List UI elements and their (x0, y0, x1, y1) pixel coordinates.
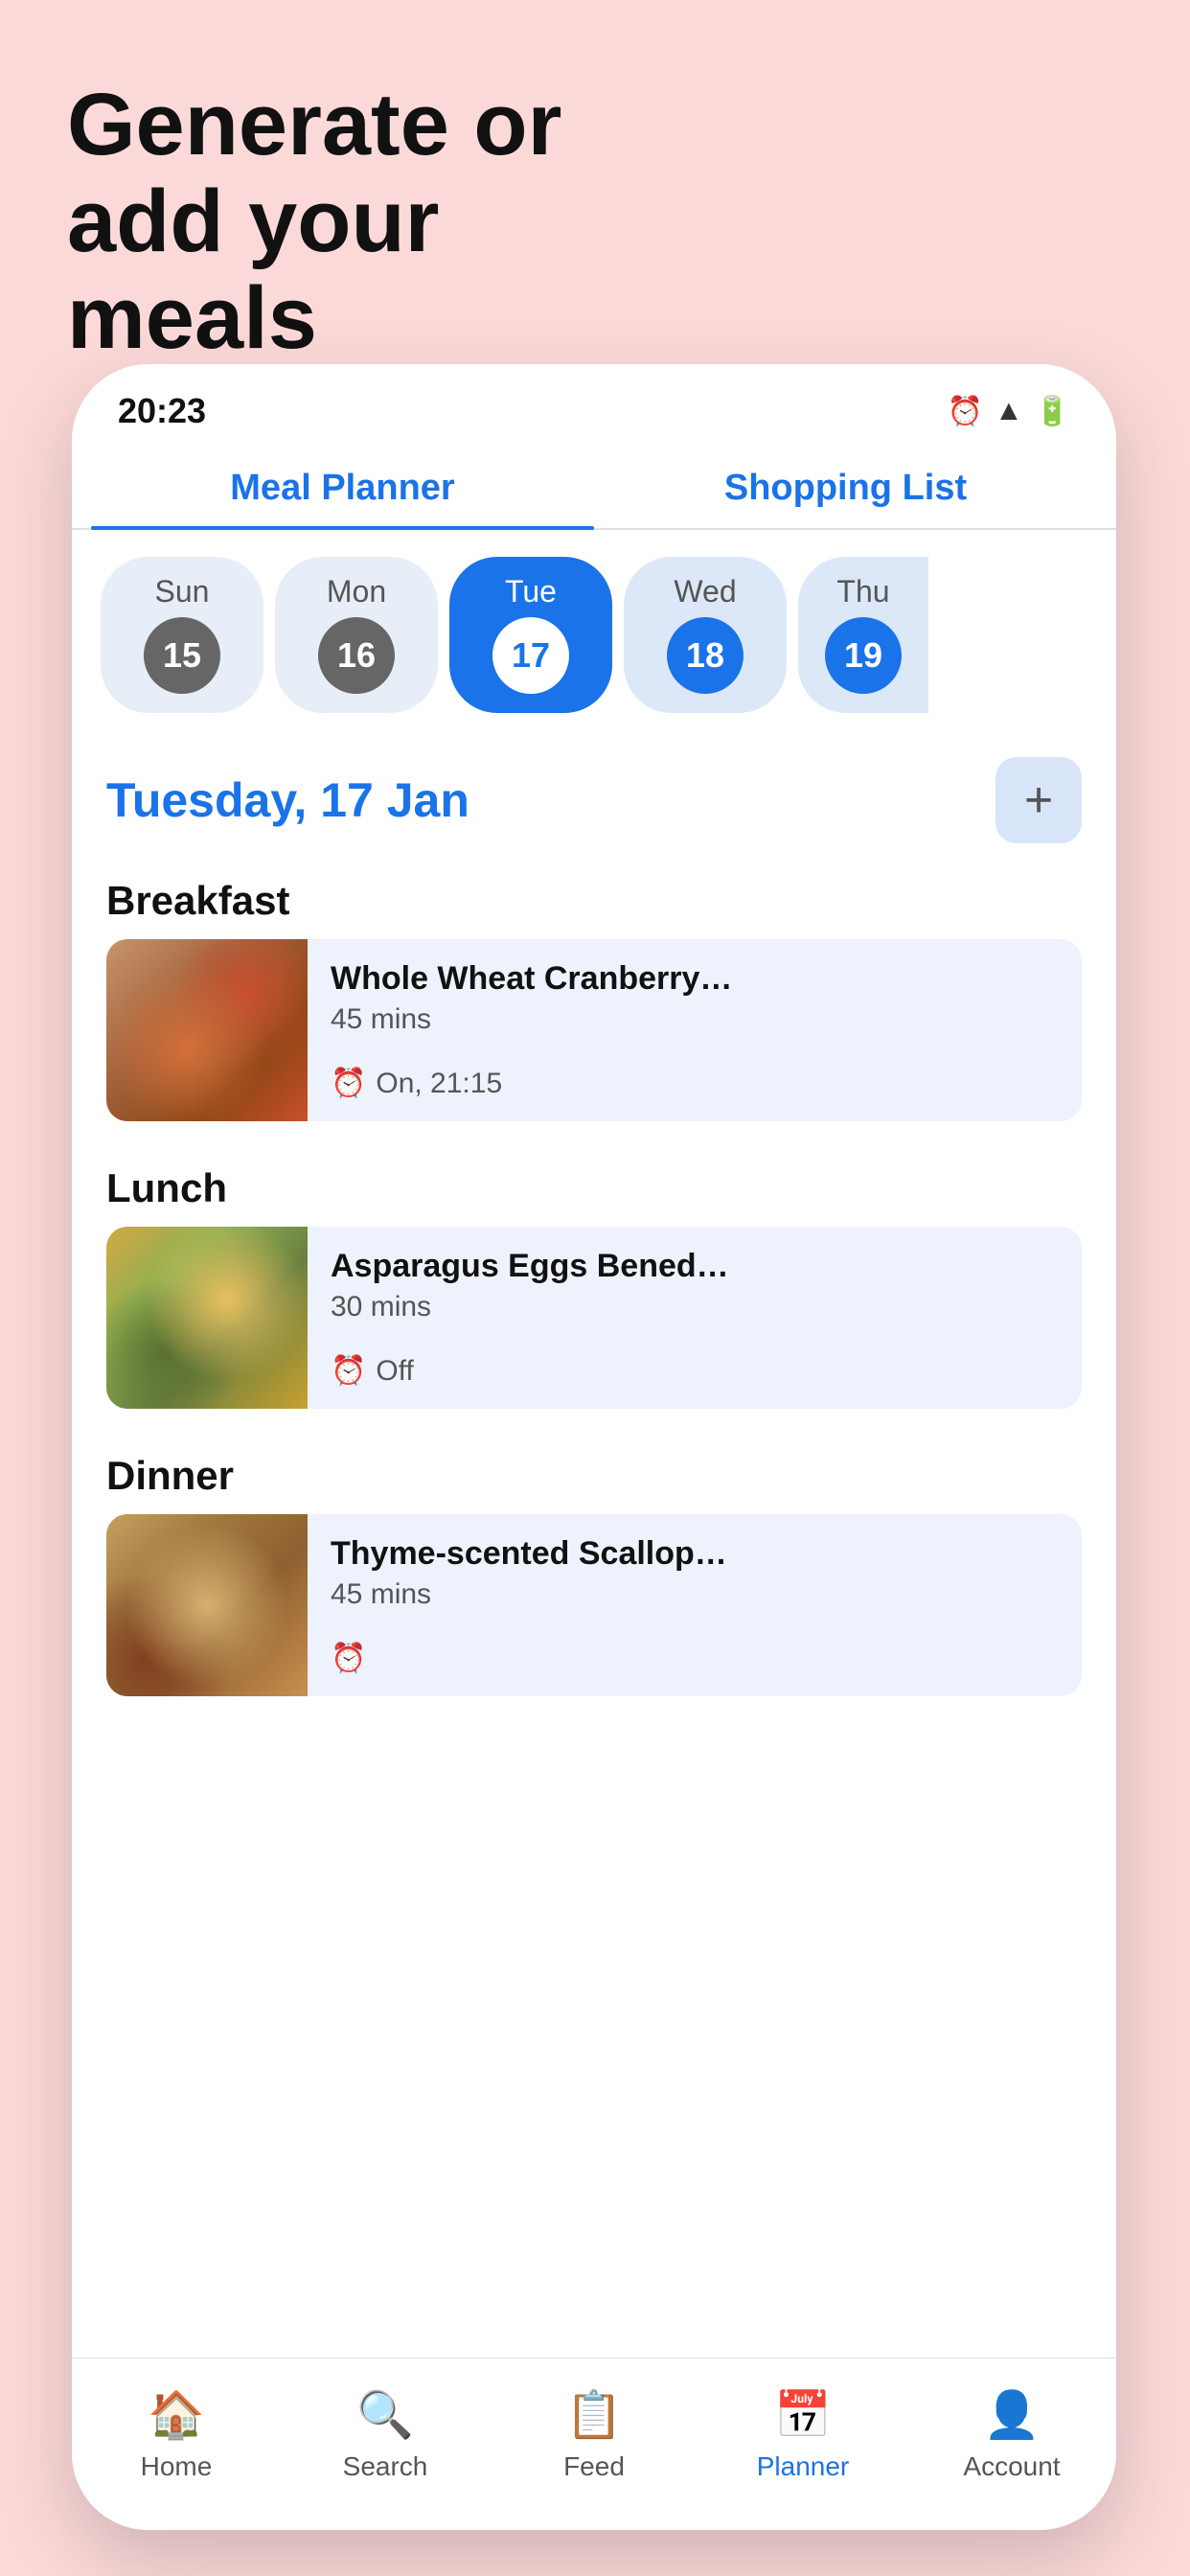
day-num-16: 16 (318, 617, 395, 694)
dinner-image (106, 1514, 308, 1696)
day-sunday[interactable]: Sun 15 (101, 557, 263, 713)
day-num-19: 19 (825, 617, 902, 694)
dinner-alarm-icon: ⏰ (331, 1642, 366, 1675)
battery-icon: 🔋 (1035, 395, 1070, 428)
dinner-card[interactable]: Thyme-scented Scallop… 45 mins ⏰ (106, 1514, 1082, 1696)
selected-date: Tuesday, 17 Jan (106, 772, 469, 828)
nav-home-label: Home (141, 2451, 213, 2482)
lunch-reminder-text: Off (376, 1355, 413, 1388)
lunch-alarm-icon: ⏰ (331, 1354, 366, 1388)
day-tuesday[interactable]: Tue 17 (449, 557, 612, 713)
nav-feed-label: Feed (563, 2451, 625, 2482)
tab-shopping-list[interactable]: Shopping List (594, 441, 1097, 528)
lunch-label: Lunch (106, 1165, 1082, 1211)
breakfast-section: Breakfast Whole Wheat Cranberry… 45 mins… (72, 861, 1116, 1121)
day-selector: Sun 15 Mon 16 Tue 17 Wed 18 Thu 19 (72, 530, 1116, 730)
day-name-tue: Tue (505, 574, 557, 610)
nav-account[interactable]: 👤 Account (907, 2387, 1116, 2501)
day-num-17: 17 (492, 617, 569, 694)
lunch-image (106, 1227, 308, 1409)
breakfast-duration: 45 mins (331, 1003, 1059, 1036)
status-bar: 20:23 ⏰ ▲ 🔋 (72, 364, 1116, 441)
nav-planner[interactable]: 📅 Planner (698, 2387, 907, 2501)
nav-home[interactable]: 🏠 Home (72, 2387, 281, 2501)
account-icon: 👤 (983, 2387, 1041, 2442)
nav-account-label: Account (963, 2451, 1060, 2482)
breakfast-reminder: ⏰ On, 21:15 (331, 1067, 1059, 1100)
search-icon: 🔍 (356, 2387, 414, 2442)
alarm-icon: ⏰ (948, 395, 983, 428)
day-thursday[interactable]: Thu 19 (798, 557, 928, 713)
lunch-info: Asparagus Eggs Bened… 30 mins ⏰ Off (308, 1227, 1082, 1409)
date-header: Tuesday, 17 Jan + (72, 730, 1116, 861)
bottom-nav: 🏠 Home 🔍 Search 📋 Feed 📅 Planner 👤 Accou… (72, 2358, 1116, 2530)
dinner-info: Thyme-scented Scallop… 45 mins ⏰ (308, 1514, 1082, 1696)
breakfast-alarm-icon: ⏰ (331, 1067, 366, 1100)
nav-search[interactable]: 🔍 Search (281, 2387, 490, 2501)
phone-frame: 20:23 ⏰ ▲ 🔋 Meal Planner Shopping List S… (72, 364, 1116, 2530)
planner-icon: 📅 (774, 2387, 832, 2442)
lunch-section: Lunch Asparagus Eggs Bened… 30 mins ⏰ Of… (72, 1148, 1116, 1409)
dinner-section: Dinner Thyme-scented Scallop… 45 mins ⏰ (72, 1436, 1116, 1696)
day-name-thu: Thu (836, 574, 889, 610)
breakfast-image (106, 939, 308, 1121)
dinner-reminder: ⏰ (331, 1642, 1059, 1675)
lunch-duration: 30 mins (331, 1291, 1059, 1323)
wifi-icon: ▲ (995, 395, 1023, 427)
status-icons: ⏰ ▲ 🔋 (948, 395, 1070, 428)
home-icon: 🏠 (148, 2387, 205, 2442)
nav-planner-label: Planner (757, 2451, 850, 2482)
nav-search-label: Search (343, 2451, 428, 2482)
day-num-18: 18 (667, 617, 744, 694)
day-name-wed: Wed (674, 574, 736, 610)
lunch-card[interactable]: Asparagus Eggs Bened… 30 mins ⏰ Off (106, 1227, 1082, 1409)
hero-title: Generate or add your meals (67, 77, 642, 368)
breakfast-card[interactable]: Whole Wheat Cranberry… 45 mins ⏰ On, 21:… (106, 939, 1082, 1121)
breakfast-label: Breakfast (106, 878, 1082, 924)
dinner-duration: 45 mins (331, 1578, 1059, 1611)
breakfast-reminder-text: On, 21:15 (376, 1068, 502, 1100)
tab-meal-planner[interactable]: Meal Planner (91, 441, 594, 528)
feed-icon: 📋 (565, 2387, 623, 2442)
day-num-15: 15 (144, 617, 220, 694)
dinner-name: Thyme-scented Scallop… (331, 1535, 1059, 1573)
breakfast-name: Whole Wheat Cranberry… (331, 960, 1059, 998)
tab-bar: Meal Planner Shopping List (72, 441, 1116, 530)
dinner-label: Dinner (106, 1453, 1082, 1499)
day-name-sun: Sun (155, 574, 210, 610)
nav-feed[interactable]: 📋 Feed (490, 2387, 698, 2501)
scroll-area[interactable]: 20:23 ⏰ ▲ 🔋 Meal Planner Shopping List S… (72, 364, 1116, 2358)
add-meal-button[interactable]: + (995, 757, 1082, 843)
day-name-mon: Mon (327, 574, 386, 610)
status-time: 20:23 (118, 391, 206, 431)
day-wednesday[interactable]: Wed 18 (624, 557, 787, 713)
day-monday[interactable]: Mon 16 (275, 557, 438, 713)
breakfast-info: Whole Wheat Cranberry… 45 mins ⏰ On, 21:… (308, 939, 1082, 1121)
lunch-reminder: ⏰ Off (331, 1354, 1059, 1388)
lunch-name: Asparagus Eggs Bened… (331, 1248, 1059, 1285)
